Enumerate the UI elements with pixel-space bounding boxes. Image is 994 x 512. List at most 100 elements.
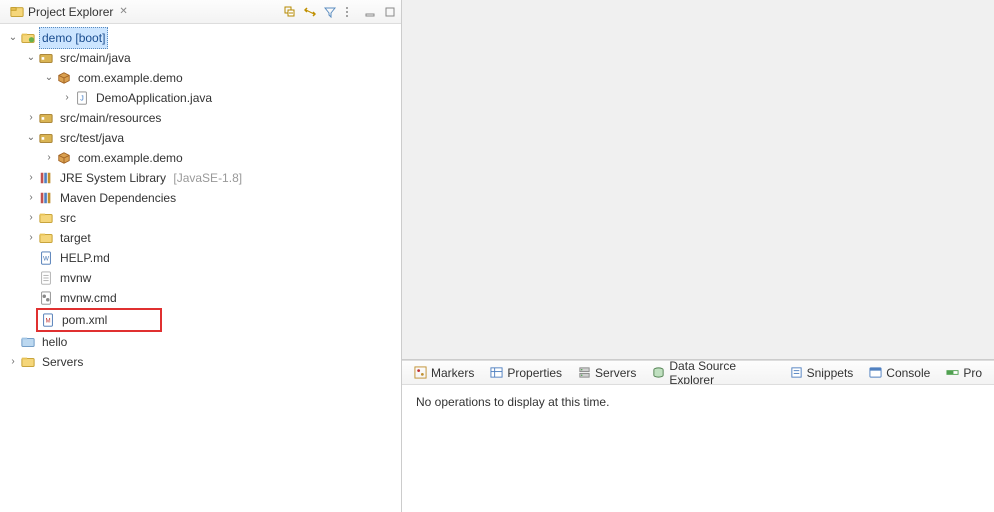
library-icon [38,190,54,206]
explorer-tab[interactable]: Project Explorer ✕ [4,3,134,21]
tree-node-pkg-main[interactable]: ⌄ com.example.demo [2,68,399,88]
tree-node-mvnw-cmd[interactable]: mvnw.cmd [2,288,399,308]
package-icon [56,150,72,166]
tab-label: Data Source Explorer [669,361,773,385]
tab-console[interactable]: Console [861,364,938,382]
tree-node-demo-app[interactable]: › J DemoApplication.java [2,88,399,108]
package-icon [56,70,72,86]
source-folder-icon [38,110,54,126]
node-label: hello [39,331,70,353]
editor-pane: Markers Properties Servers Data Source E… [402,0,994,512]
source-folder-icon [38,50,54,66]
node-label: mvnw [57,267,94,289]
node-label: src/test/java [57,127,127,149]
progress-empty-message: No operations to display at this time. [416,395,609,409]
node-label: src/main/java [57,47,134,69]
svg-text:W: W [43,256,49,263]
explorer-toolbar [283,5,397,19]
tree-node-src-test-java[interactable]: ⌄ src/test/java [2,128,399,148]
tab-label: Console [886,366,930,380]
explorer-header: Project Explorer ✕ [0,0,401,24]
expand-arrow-icon[interactable]: › [24,188,38,208]
expand-arrow-icon[interactable]: › [24,208,38,228]
tree-node-mvnw[interactable]: mvnw [2,268,399,288]
project-icon [20,30,36,46]
expand-arrow-icon[interactable]: › [24,168,38,188]
expand-arrow-icon[interactable]: › [6,352,20,372]
folder-icon [38,230,54,246]
expand-arrow-icon[interactable]: ⌄ [24,48,38,68]
tree-node-jre[interactable]: › JRE System Library [JavaSE-1.8] [2,168,399,188]
progress-view-content: No operations to display at this time. [402,385,994,419]
data-source-icon [652,366,665,379]
link-editor-icon[interactable] [303,5,317,19]
tree-node-pom-highlight: M pom.xml [36,308,162,332]
library-icon [38,170,54,186]
file-cmd-icon [38,290,54,306]
bottom-views: Markers Properties Servers Data Source E… [402,360,994,512]
tab-servers[interactable]: Servers [570,364,644,382]
maximize-icon[interactable] [383,5,397,19]
project-explorer-pane: Project Explorer ✕ ⌄ demo [boot] [0,0,402,512]
file-icon [38,270,54,286]
filter-icon[interactable] [323,5,337,19]
tree-node-src[interactable]: › src [2,208,399,228]
expand-arrow-icon[interactable]: › [24,108,38,128]
tab-label: Snippets [807,366,854,380]
expand-arrow-icon[interactable]: › [24,228,38,248]
tab-markers[interactable]: Markers [406,364,482,382]
tree-node-src-main-java[interactable]: ⌄ src/main/java [2,48,399,68]
snippets-icon [790,366,803,379]
node-label: HELP.md [57,247,113,269]
tab-data-source[interactable]: Data Source Explorer [644,361,781,385]
tree-node-help-md[interactable]: W HELP.md [2,248,399,268]
expand-arrow-icon[interactable]: › [42,148,56,168]
tab-label: Properties [507,366,562,380]
markers-icon [414,366,427,379]
tree-node-demo[interactable]: ⌄ demo [boot] [2,28,399,48]
node-suffix: [JavaSE-1.8] [173,171,242,185]
node-label: target [57,227,94,249]
tab-label: Markers [431,366,474,380]
expand-arrow-icon[interactable]: › [60,88,74,108]
views-tabbar: Markers Properties Servers Data Source E… [402,361,994,385]
tab-snippets[interactable]: Snippets [782,364,862,382]
servers-icon [578,366,591,379]
expand-arrow-icon[interactable]: ⌄ [6,28,20,48]
explorer-title: Project Explorer [28,5,113,19]
node-label: DemoApplication.java [93,87,215,109]
node-label: demo [42,31,72,45]
console-icon [869,366,882,379]
tree-node-maven[interactable]: › Maven Dependencies [2,188,399,208]
tree-node-pkg-test[interactable]: › com.example.demo [2,148,399,168]
node-label: JRE System Library [60,171,166,185]
svg-text:M: M [45,318,50,325]
tab-progress-partial[interactable]: Pro [938,364,990,382]
tree-node-pom[interactable]: M pom.xml [40,310,110,330]
view-menu-icon[interactable] [343,5,357,19]
node-label: Maven Dependencies [57,187,179,209]
explorer-icon [10,5,24,19]
expand-arrow-icon[interactable]: ⌄ [42,68,56,88]
folder-icon [38,210,54,226]
node-label: com.example.demo [75,147,186,169]
minimize-icon[interactable] [363,5,377,19]
close-icon[interactable]: ✕ [119,6,127,17]
node-label: mvnw.cmd [57,287,120,309]
node-label: src/main/resources [57,107,164,129]
project-tree[interactable]: ⌄ demo [boot] ⌄ src/main/java ⌄ com.exam… [0,24,401,512]
tree-node-hello[interactable]: hello [2,332,399,352]
editor-area[interactable] [402,0,994,360]
tree-node-src-main-res[interactable]: › src/main/resources [2,108,399,128]
tab-properties[interactable]: Properties [482,364,570,382]
progress-icon [946,366,959,379]
file-md-icon: W [38,250,54,266]
node-label: com.example.demo [75,67,186,89]
tree-node-target[interactable]: › target [2,228,399,248]
collapse-all-icon[interactable] [283,5,297,19]
tree-node-servers[interactable]: › Servers [2,352,399,372]
node-suffix: [boot] [75,31,105,45]
source-folder-icon [38,130,54,146]
tab-label: Pro [963,366,982,380]
expand-arrow-icon[interactable]: ⌄ [24,128,38,148]
